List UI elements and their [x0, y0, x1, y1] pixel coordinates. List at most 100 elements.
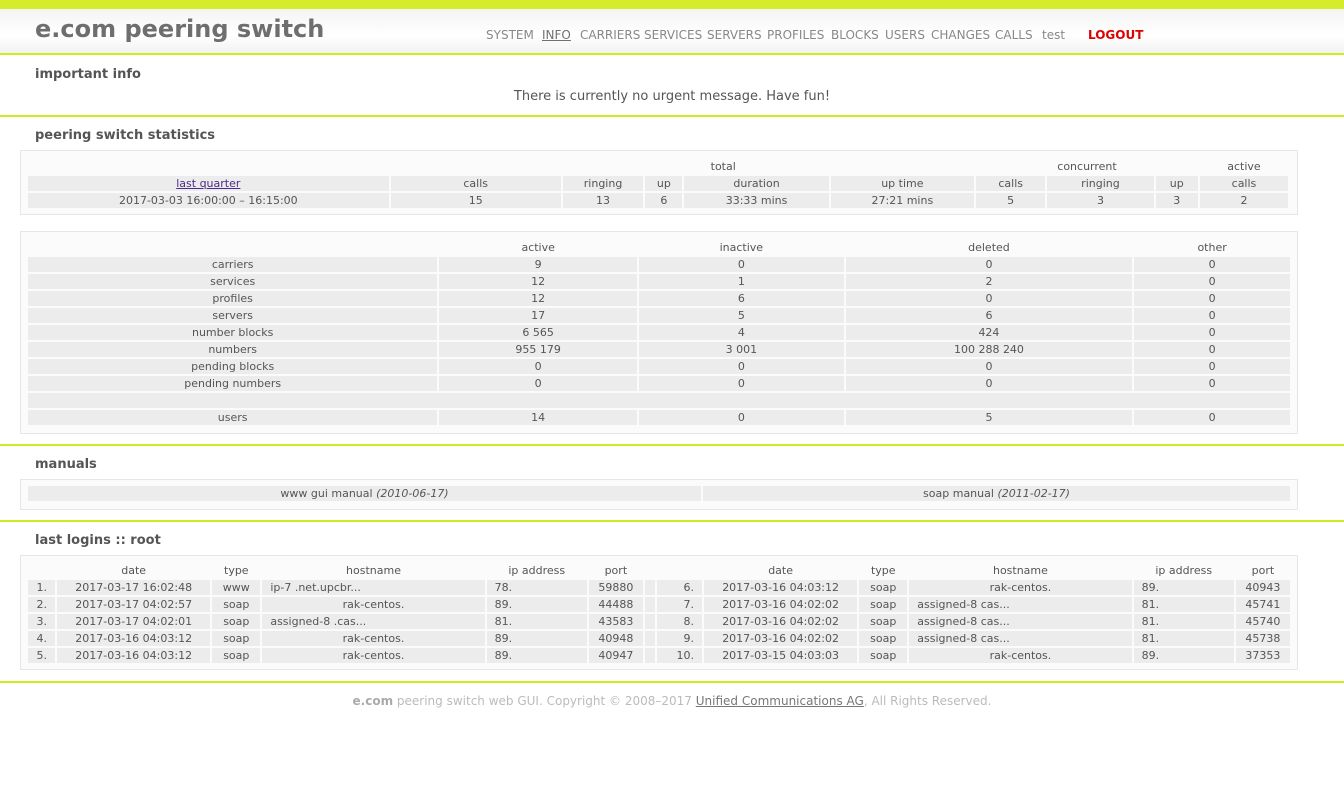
cell: 3 001: [639, 342, 844, 357]
login-port: 45740: [1235, 614, 1290, 629]
last-quarter-link[interactable]: last quarter: [176, 177, 240, 190]
www-manual-date: (2010-06-17): [376, 487, 449, 500]
cell: 9: [439, 257, 638, 272]
nav-profiles[interactable]: PROFILES: [767, 28, 824, 42]
important-info-title: important info: [35, 67, 141, 82]
footer-brand: e.com: [352, 694, 394, 708]
stats-header-row: last quarter calls ringing up duration u…: [28, 176, 1288, 191]
login-ip: 78.: [486, 580, 587, 595]
logins-table: date type hostname ip address port date …: [26, 561, 1292, 665]
col-ip: ip address: [508, 564, 566, 577]
login-date: 2017-03-17 04:02:01: [57, 614, 211, 629]
logins-title: last logins :: root: [35, 533, 161, 548]
col-deleted: deleted: [968, 241, 1010, 254]
col-type: type: [224, 564, 249, 577]
cell: 0: [1134, 274, 1290, 289]
logins-header-row: date type hostname ip address port date …: [28, 563, 1290, 578]
col-conc-calls: calls: [976, 176, 1046, 191]
nav-users[interactable]: USERS: [885, 28, 925, 42]
login-port: 45741: [1235, 597, 1290, 612]
login-type: soap: [859, 580, 908, 595]
col-date: date: [768, 564, 793, 577]
row-label: carriers: [28, 257, 438, 272]
table-row: carriers 9 0 0 0: [28, 257, 1290, 272]
login-host: ip-7 .net.upcbr...: [262, 580, 485, 595]
cell: 0: [639, 410, 844, 425]
login-ip: 81.: [486, 614, 587, 629]
table-row: number blocks 6 565 4 424 0: [28, 325, 1290, 340]
nav-servers[interactable]: SERVERS: [707, 28, 762, 42]
table-row: 4. 2017-03-16 04:03:12 soap rak-centos. …: [28, 631, 1290, 646]
table-row: users 14 0 5 0: [28, 410, 1290, 425]
login-date: 2017-03-16 04:02:02: [703, 631, 858, 646]
login-date: 2017-03-16 04:02:02: [703, 597, 858, 612]
stat-value: 6: [645, 193, 683, 208]
soap-manual-link[interactable]: soap manual (2011-02-17): [703, 486, 1290, 501]
cell: 424: [845, 325, 1133, 340]
www-manual-label[interactable]: www gui manual: [280, 487, 372, 500]
nav-changes[interactable]: CHANGES: [931, 28, 990, 42]
soap-manual-label[interactable]: soap manual: [923, 487, 994, 500]
cell: 0: [1134, 376, 1290, 391]
col-inactive: inactive: [719, 241, 764, 254]
table-row: servers 17 5 6 0: [28, 308, 1290, 323]
cell: 0: [1134, 257, 1290, 272]
divider: [0, 520, 1344, 522]
cell: 0: [439, 376, 638, 391]
login-ip: 89.: [486, 597, 587, 612]
top-accent-bar: [0, 0, 1344, 9]
stat-value: 15: [390, 193, 561, 208]
table-row: services 12 1 2 0: [28, 274, 1290, 289]
cell: 100 288 240: [845, 342, 1133, 357]
row-label: pending blocks: [28, 359, 438, 374]
login-host: assigned-8 cas...: [909, 597, 1132, 612]
company-link[interactable]: Unified Communications AG: [696, 694, 864, 708]
login-type: soap: [212, 631, 261, 646]
col-up-time: up time: [830, 176, 975, 191]
login-ip: 81.: [1133, 614, 1234, 629]
logout-link[interactable]: LOGOUT: [1088, 28, 1143, 42]
col-total-up: up: [645, 176, 683, 191]
col-hostname: hostname: [992, 564, 1048, 577]
cell: 0: [639, 359, 844, 374]
table-row: 3. 2017-03-17 04:02:01 soap assigned-8 .…: [28, 614, 1290, 629]
login-host: rak-centos.: [909, 648, 1132, 663]
login-type: soap: [212, 614, 261, 629]
spacer-row: [28, 393, 1290, 408]
divider: [0, 444, 1344, 446]
nav-services[interactable]: SERVICES: [644, 28, 702, 42]
nav-system[interactable]: SYSTEM: [486, 28, 534, 42]
login-port: 43583: [588, 614, 643, 629]
nav-test[interactable]: test: [1042, 28, 1065, 42]
stat-value: 3: [1047, 193, 1154, 208]
statistics-title: peering switch statistics: [35, 128, 216, 143]
cell: 4: [639, 325, 844, 340]
www-manual-link[interactable]: www gui manual (2010-06-17): [28, 486, 701, 501]
table-row: numbers 955 179 3 001 100 288 240 0: [28, 342, 1290, 357]
manuals-title: manuals: [35, 457, 97, 472]
nav-carriers[interactable]: CARRIERS: [580, 28, 640, 42]
row-number: 9.: [656, 631, 702, 646]
login-host: rak-centos.: [262, 597, 485, 612]
login-type: soap: [859, 597, 908, 612]
group-total-label: total: [710, 160, 736, 173]
col-active-calls: calls: [1199, 176, 1288, 191]
table-row: profiles 12 6 0 0: [28, 291, 1290, 306]
cell: 17: [439, 308, 638, 323]
row-number: 4.: [28, 631, 56, 646]
row-number: 8.: [656, 614, 702, 629]
row-number: 6.: [656, 580, 702, 595]
login-type: soap: [859, 614, 908, 629]
nav-info[interactable]: INFO: [542, 28, 571, 42]
nav-calls[interactable]: CALLS: [995, 28, 1033, 42]
login-date: 2017-03-15 04:03:03: [703, 648, 858, 663]
group-active-label: active: [1227, 160, 1261, 173]
col-conc-up: up: [1155, 176, 1198, 191]
nav-blocks[interactable]: BLOCKS: [831, 28, 879, 42]
brand-title: e.com peering switch: [35, 15, 325, 43]
table-row: 1. 2017-03-17 16:02:48 www ip-7 .net.upc…: [28, 580, 1290, 595]
login-type: soap: [859, 648, 908, 663]
col-type: type: [870, 564, 896, 577]
row-number: 7.: [656, 597, 702, 612]
login-ip: 89.: [1133, 580, 1234, 595]
